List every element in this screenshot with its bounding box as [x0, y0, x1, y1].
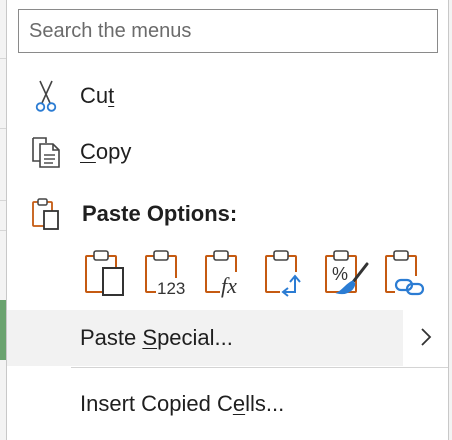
menu-separator	[71, 367, 448, 368]
copy-menu-item[interactable]: Copy	[7, 126, 448, 178]
paste-formatting-icon: %	[325, 250, 369, 295]
svg-text:123: 123	[157, 279, 185, 298]
context-menu: Cut Copy Paste Options:	[6, 0, 449, 440]
paste-values-button[interactable]: 123	[143, 248, 194, 298]
copy-label: Copy	[80, 139, 132, 164]
paste-options-header: Paste Options:	[7, 188, 448, 240]
paste-icon	[85, 250, 124, 296]
chevron-right-icon[interactable]	[411, 322, 441, 352]
paste-special-label: Paste Special...	[80, 325, 233, 350]
svg-text:fx: fx	[221, 273, 237, 298]
search-box[interactable]	[18, 9, 438, 53]
scissors-icon	[29, 79, 63, 113]
paste-transpose-button[interactable]	[263, 248, 311, 298]
paste-transpose-icon	[265, 250, 306, 297]
paste-link-icon	[385, 250, 433, 296]
paste-formulas-button[interactable]: fx	[203, 248, 251, 298]
search-input[interactable]	[19, 10, 437, 52]
clipboard-icon	[29, 197, 63, 231]
cut-label: Cut	[80, 83, 115, 108]
copy-icon	[29, 135, 63, 169]
paste-link-button[interactable]	[383, 248, 433, 298]
cut-menu-item[interactable]: Cut	[7, 70, 448, 122]
svg-text:%: %	[332, 264, 348, 284]
paste-values-icon: 123	[145, 250, 194, 298]
paste-button[interactable]	[83, 248, 131, 298]
insert-copied-cells-menu-item[interactable]: Insert Copied Cells...	[7, 378, 448, 430]
insert-copied-cells-label: Insert Copied Cells...	[80, 391, 285, 416]
paste-options-label: Paste Options:	[82, 201, 238, 226]
paste-formatting-button[interactable]: %	[323, 248, 371, 298]
paste-formulas-icon: fx	[205, 250, 246, 298]
paste-special-menu-item[interactable]: Paste Special...	[7, 310, 403, 366]
